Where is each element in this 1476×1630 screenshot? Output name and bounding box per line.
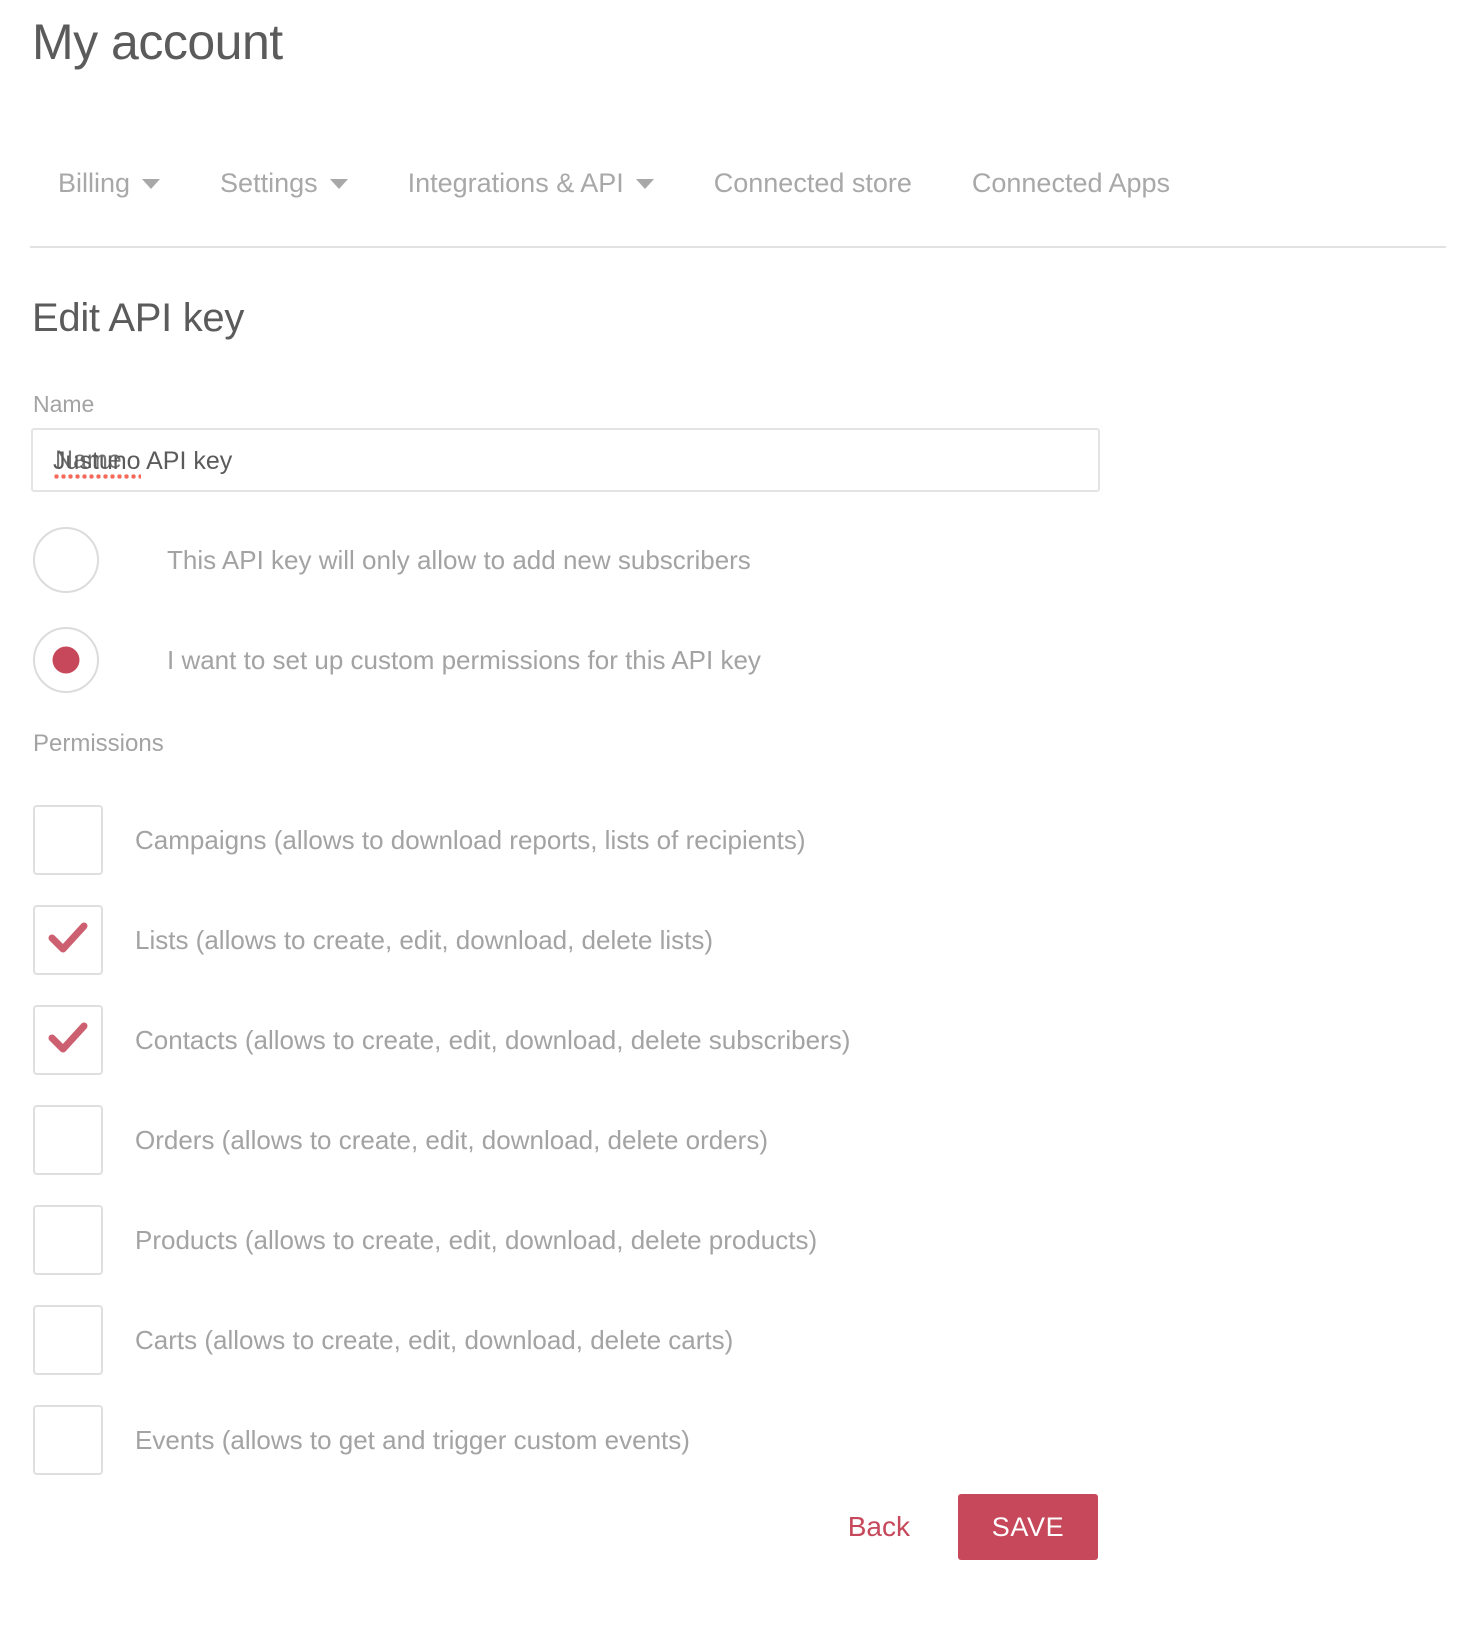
tab-connected-apps[interactable]: Connected Apps bbox=[972, 170, 1170, 197]
tab-billing-label: Billing bbox=[58, 168, 131, 198]
radio-custom-permissions[interactable]: I want to set up custom permissions for … bbox=[33, 627, 761, 693]
tab-connected-store[interactable]: Connected store bbox=[714, 170, 912, 197]
section-title: Edit API key bbox=[32, 296, 245, 340]
checkbox-orders[interactable] bbox=[33, 1105, 103, 1175]
permission-label-orders: Orders (allows to create, edit, download… bbox=[135, 1124, 768, 1155]
permission-row-events[interactable]: Events (allows to get and trigger custom… bbox=[33, 1390, 1233, 1490]
radio-dot-icon bbox=[52, 646, 80, 674]
my-account-page: My account Billing Settings Integrations… bbox=[0, 0, 1476, 1630]
page-title: My account bbox=[32, 14, 283, 70]
tab-integrations-api-label: Integrations & API bbox=[407, 168, 624, 198]
radio-add-subscribers-only[interactable]: This API key will only allow to add new … bbox=[33, 527, 751, 593]
tab-billing[interactable]: Billing bbox=[58, 168, 161, 198]
checkbox-carts[interactable] bbox=[33, 1305, 103, 1375]
permission-row-products[interactable]: Products (allows to create, edit, downlo… bbox=[33, 1190, 1233, 1290]
permission-row-carts[interactable]: Carts (allows to create, edit, download,… bbox=[33, 1290, 1233, 1390]
back-link[interactable]: Back bbox=[848, 1511, 910, 1543]
permissions-list: Campaigns (allows to download reports, l… bbox=[33, 790, 1233, 1490]
checkbox-campaigns[interactable] bbox=[33, 805, 103, 875]
checkbox-contacts[interactable] bbox=[33, 1005, 103, 1075]
permission-label-lists: Lists (allows to create, edit, download,… bbox=[135, 924, 714, 955]
checkmark-icon bbox=[48, 1022, 88, 1053]
tab-integrations-api[interactable]: Integrations & API bbox=[408, 170, 654, 197]
permission-row-contacts[interactable]: Contacts (allows to create, edit, downlo… bbox=[33, 990, 1233, 1090]
permission-label-products: Products (allows to create, edit, downlo… bbox=[135, 1224, 818, 1255]
checkbox-lists[interactable] bbox=[33, 905, 103, 975]
permission-label-contacts: Contacts (allows to create, edit, downlo… bbox=[135, 1024, 851, 1055]
form-actions: Back SAVE bbox=[0, 1494, 1098, 1560]
checkbox-events[interactable] bbox=[33, 1405, 103, 1475]
radio-icon-selected[interactable] bbox=[33, 627, 99, 693]
permission-label-carts: Carts (allows to create, edit, download,… bbox=[135, 1324, 734, 1355]
tab-connected-store-label: Connected store bbox=[713, 168, 912, 198]
chevron-down-icon bbox=[142, 178, 161, 189]
permission-row-campaigns[interactable]: Campaigns (allows to download reports, l… bbox=[33, 790, 1233, 890]
permissions-label: Permissions bbox=[33, 730, 164, 757]
save-button[interactable]: SAVE bbox=[958, 1494, 1098, 1560]
tab-connected-apps-label: Connected Apps bbox=[971, 168, 1171, 198]
radio-custom-permissions-label: I want to set up custom permissions for … bbox=[167, 644, 761, 675]
chevron-down-icon bbox=[329, 178, 348, 189]
tab-settings-label: Settings bbox=[220, 168, 318, 198]
radio-icon-unselected[interactable] bbox=[33, 527, 99, 593]
checkmark-icon bbox=[48, 922, 88, 953]
account-tabs: Billing Settings Integrations & API Conn… bbox=[30, 170, 1446, 248]
permission-row-orders[interactable]: Orders (allows to create, edit, download… bbox=[33, 1090, 1233, 1190]
permission-label-campaigns: Campaigns (allows to download reports, l… bbox=[135, 824, 806, 855]
checkbox-products[interactable] bbox=[33, 1205, 103, 1275]
name-input[interactable] bbox=[31, 428, 1100, 492]
permission-row-lists[interactable]: Lists (allows to create, edit, download,… bbox=[33, 890, 1233, 990]
radio-add-subscribers-only-label: This API key will only allow to add new … bbox=[167, 544, 751, 575]
name-field-label: Name bbox=[33, 391, 95, 417]
permission-label-events: Events (allows to get and trigger custom… bbox=[135, 1424, 690, 1455]
tab-settings[interactable]: Settings bbox=[220, 170, 348, 197]
chevron-down-icon bbox=[635, 178, 654, 189]
